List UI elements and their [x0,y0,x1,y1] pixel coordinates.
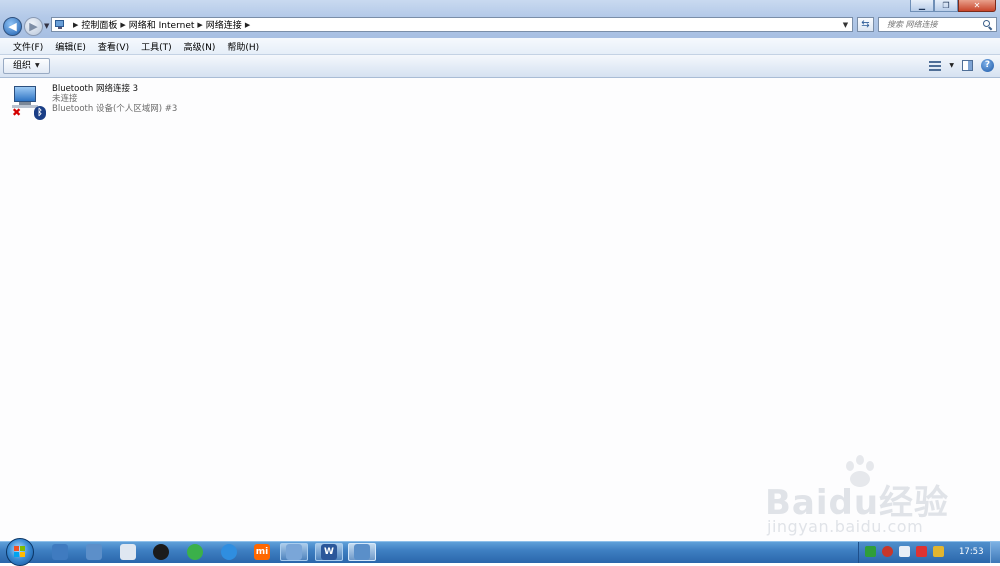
explorer-pinned-icon[interactable] [52,544,68,560]
internet-explorer-icon[interactable] [221,544,237,560]
connection-name: Bluetooth 网络连接 3 [52,84,139,94]
menu-view[interactable]: 查看(V) [92,40,135,53]
watermark-url: jingyan.baidu.com [767,517,924,536]
refresh-button[interactable]: ⇆ [857,17,874,32]
arrow-left-icon: ◀ [8,20,17,33]
organize-button[interactable]: 组织 ▼ [3,58,50,74]
browser-360-pinned-icon[interactable] [187,544,203,560]
network-connections-icon [354,544,370,560]
connections-list-area[interactable]: ✖ ᛒ Bluetooth 网络连接 3 未连接 Bluetooth 设备(个人… [0,78,1000,541]
window-controls: ▁ ❐ ✕ [910,0,996,12]
window-title-bar: ▁ ❐ ✕ ◀ ▶ ▼ ▶ 控制面板 ▶ 网络和 Internet ▶ 网络连接… [0,0,1000,38]
qq-pinned-icon[interactable] [153,544,169,560]
volume-muted-icon[interactable] [882,546,893,557]
connection-status: 未连接 [52,94,78,104]
disconnected-x-icon: ✖ [12,106,22,119]
control-panel-icon [55,19,66,30]
command-toolbar: 组织 ▼ ▼ ? [0,55,1000,78]
search-icon[interactable] [983,20,993,31]
refresh-icon: ⇆ [861,19,870,30]
search-input[interactable] [879,18,983,31]
menu-file[interactable]: 文件(F) [7,40,49,53]
organize-label: 组织 [13,61,32,71]
connection-details: Bluetooth 网络连接 3 未连接 Bluetooth 设备(个人区域网)… [52,84,177,120]
security-shield-icon[interactable] [865,546,876,557]
system-tray: 17:53 [858,542,1000,563]
breadcrumb-control-panel[interactable]: 控制面板 [81,18,117,31]
menu-tools[interactable]: 工具(T) [135,40,178,53]
system-clock[interactable]: 17:53 [959,547,984,557]
connection-device: Bluetooth 设备(个人区域网) #3 [52,104,178,114]
action-center-icon[interactable] [933,546,944,557]
search-box[interactable] [878,17,997,32]
help-icon[interactable]: ? [981,59,994,72]
menu-help[interactable]: 帮助(H) [221,40,265,53]
windows-logo-icon [14,546,26,558]
menu-bar: 文件(F) 编辑(E) 查看(V) 工具(T) 高级(N) 帮助(H) [0,38,1000,55]
taskbar-button-network[interactable] [280,543,308,561]
recent-pages-dropdown[interactable]: ▼ [44,22,49,30]
taskbar-button-word[interactable]: W [315,543,343,561]
breadcrumb-network-internet[interactable]: 网络和 Internet [129,18,195,31]
toolbar-right-group: ▼ ? [929,59,994,72]
network-app-icon [286,544,302,560]
forward-button[interactable]: ▶ [24,17,43,36]
taskbar: mi W 17:53 [0,538,1000,566]
show-desktop-button[interactable] [990,542,1000,563]
breadcrumb-separator-icon[interactable]: ▶ [120,21,125,29]
word-icon: W [321,544,337,560]
menu-edit[interactable]: 编辑(E) [49,40,92,53]
baidu-watermark: Baidu经验 jingyan.baidu.com [765,455,990,541]
view-options-dropdown-icon[interactable]: ▼ [949,62,954,69]
breadcrumb-separator-icon[interactable]: ▶ [197,21,202,29]
mi-app-icon[interactable]: mi [254,544,270,560]
breadcrumb-network-connections[interactable]: 网络连接 [206,18,242,31]
taskbar-button-network-connections[interactable] [348,543,376,561]
network-disconnected-tray-icon[interactable] [916,546,927,557]
address-dropdown-icon[interactable]: ▼ [838,21,852,29]
network-pinned-icon[interactable] [86,544,102,560]
address-bar[interactable]: ▶ 控制面板 ▶ 网络和 Internet ▶ 网络连接 ▶ ▼ [51,17,853,32]
bluetooth-icon: ᛒ [34,106,46,120]
network-computer-icon: ✖ ᛒ [10,84,48,120]
list-item[interactable]: ✖ ᛒ Bluetooth 网络连接 3 未连接 Bluetooth 设备(个人… [10,84,177,120]
back-button[interactable]: ◀ [3,17,22,36]
close-button[interactable]: ✕ [958,0,996,12]
menu-advanced[interactable]: 高级(N) [178,40,222,53]
arrow-right-icon: ▶ [29,20,38,33]
change-view-icon[interactable] [929,60,942,72]
breadcrumb-separator-icon[interactable]: ▶ [73,21,78,29]
preview-pane-icon[interactable] [962,60,973,71]
minimize-button[interactable]: ▁ [910,0,934,12]
breadcrumb-separator-icon[interactable]: ▶ [245,21,250,29]
chevron-down-icon: ▼ [35,62,40,69]
clipboard-tray-icon[interactable] [899,546,910,557]
notepad-pinned-icon[interactable] [120,544,136,560]
maximize-button[interactable]: ❐ [934,0,958,12]
